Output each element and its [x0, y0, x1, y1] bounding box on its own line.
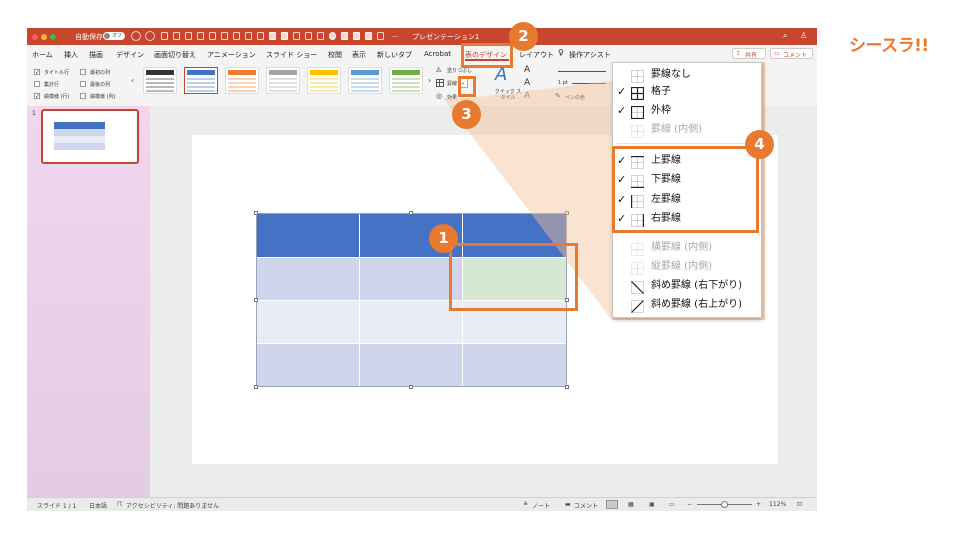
borders-menu-item-label: 斜め罫線 (右上がり): [651, 299, 742, 310]
callout-badge-3: 3: [452, 100, 481, 129]
all-borders-icon: [630, 85, 645, 101]
callout-badge-2: 2: [509, 22, 538, 51]
outside-borders-icon: [630, 104, 645, 120]
checkmark-icon: ✓: [617, 104, 627, 117]
borders-menu-item[interactable]: ✓ 外枠: [613, 102, 761, 120]
no-border-icon: [631, 68, 644, 83]
inside-borders-icon: [631, 123, 644, 138]
borders-menu-item[interactable]: 罫線なし: [613, 66, 761, 83]
borders-menu-item[interactable]: ✓ 格子: [613, 83, 761, 101]
diagonal-down-border-icon: [631, 279, 644, 294]
brand-logo: シースラ!!: [849, 36, 929, 56]
borders-menu-item: 横罫線 (内側): [613, 239, 761, 256]
borders-menu-item-label: 格子: [651, 86, 671, 97]
borders-button-highlight: [458, 76, 476, 97]
menu-separator: [617, 143, 757, 144]
borders-menu-item: 縦罫線 (内側): [613, 258, 761, 275]
inside-vertical-border-icon: [631, 260, 644, 275]
borders-menu-item-label: 外枠: [651, 105, 671, 116]
borders-menu-item: 罫線 (内側): [613, 121, 761, 138]
diagonal-up-border-icon: [631, 298, 644, 313]
borders-menu-item-label: 横罫線 (内側): [651, 242, 712, 253]
table-design-tab-highlight: [461, 43, 513, 68]
border-options-highlight: [612, 146, 759, 233]
borders-menu-item[interactable]: 斜め罫線 (右下がり): [613, 277, 761, 294]
checkmark-icon: ✓: [617, 85, 627, 98]
borders-menu-item-label: 罫線なし: [651, 69, 691, 80]
inside-horizontal-border-icon: [631, 241, 644, 256]
borders-menu-item-label: 斜め罫線 (右下がり): [651, 280, 742, 291]
borders-menu-item-label: 罫線 (内側): [651, 124, 702, 135]
borders-menu-item-label: 縦罫線 (内側): [651, 261, 712, 272]
selected-cell-highlight: [449, 243, 578, 311]
callout-badge-4: 4: [745, 130, 774, 159]
callout-badge-1: 1: [429, 224, 458, 253]
borders-menu-item[interactable]: 斜め罫線 (右上がり): [613, 296, 761, 313]
